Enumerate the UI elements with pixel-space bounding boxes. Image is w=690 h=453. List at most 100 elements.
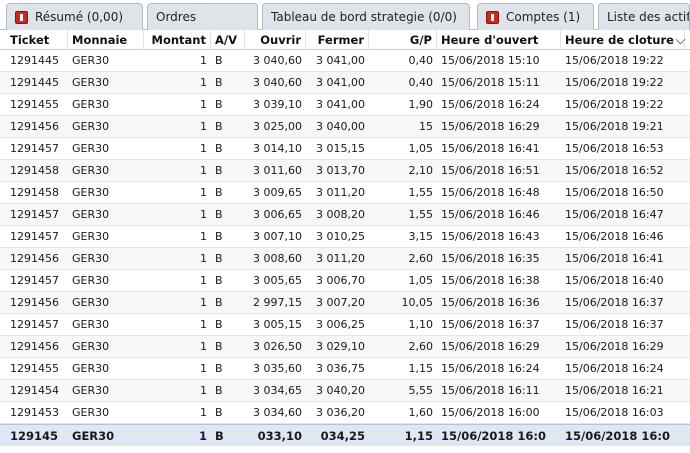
cell-ticket: 129145: [10, 429, 59, 443]
cell-ticket: 1291457: [10, 142, 59, 155]
cell-heure-ouvert: 15/06/2018 16:24: [441, 362, 540, 375]
cell-monnaie: GER30: [72, 98, 110, 111]
cell-montant: 1: [200, 340, 207, 353]
cell-ouvrir: 033,10: [257, 429, 302, 443]
cell-ticket: 1291456: [10, 296, 59, 309]
table-row[interactable]: 1291457 GER30 1 B 3 006,65 3 008,20 1,55 15/06/…: [0, 204, 690, 226]
cell-ouvrir: 3 025,00: [253, 120, 302, 133]
table-row[interactable]: 1291445 GER30 1 B 3 040,60 3 041,00 0,40 15/06/…: [0, 50, 690, 72]
table-row[interactable]: 1291445 GER30 1 B 3 040,60 3 041,00 0,40 15/06/…: [0, 72, 690, 94]
cell-heure-cloture: 15/06/2018 16:37: [565, 318, 664, 331]
cell-heure-cloture: 15/06/2018 16:29: [565, 340, 664, 353]
cell-gp: 1,05: [408, 142, 434, 155]
cell-gp: 15: [419, 120, 433, 133]
cell-monnaie: GER30: [72, 318, 110, 331]
cell-ticket: 1291456: [10, 120, 59, 133]
cell-ticket: 1291457: [10, 208, 59, 221]
table-row[interactable]: 1291457 GER30 1 B 3 007,10 3 010,25 3,15 15/06/…: [0, 226, 690, 248]
cell-ticket: 1291455: [10, 362, 59, 375]
cell-fermer: 3 010,25: [316, 230, 365, 243]
table-row[interactable]: 129145 GER30 1 B 033,10 034,25 1,15 15/06/2018 …: [0, 424, 690, 446]
cell-fermer: 3 013,70: [316, 164, 365, 177]
cell-av: B: [215, 362, 223, 375]
cell-montant: 1: [200, 362, 207, 375]
table-row[interactable]: 1291458 GER30 1 B 3 011,60 3 013,70 2,10 15/06/…: [0, 160, 690, 182]
column-header-ouvrir[interactable]: Ouvrir: [245, 30, 306, 50]
column-header-fermer[interactable]: Fermer: [306, 30, 369, 50]
cell-monnaie: GER30: [72, 274, 110, 287]
cell-ouvrir: 3 005,15: [253, 318, 302, 331]
cell-monnaie: GER30: [72, 164, 110, 177]
table-row[interactable]: 1291457 GER30 1 B 3 005,65 3 006,70 1,05 15/06/…: [0, 270, 690, 292]
cell-ticket: 1291456: [10, 340, 59, 353]
cell-heure-ouvert: 15/06/2018 16:00: [441, 406, 540, 419]
cell-fermer: 3 036,75: [316, 362, 365, 375]
column-header-montant[interactable]: Montant: [144, 30, 211, 50]
cell-monnaie: GER30: [72, 120, 110, 133]
table-row[interactable]: 1291458 GER30 1 B 3 009,65 3 011,20 1,55 15/06/…: [0, 182, 690, 204]
cell-gp: 0,40: [408, 76, 434, 89]
column-header-av[interactable]: A/V: [211, 30, 245, 50]
cell-gp: 10,05: [401, 296, 434, 309]
cell-heure-ouvert: 15/06/2018 16:46: [441, 208, 540, 221]
table-row[interactable]: 1291456 GER30 1 B 3 008,60 3 011,20 2,60 15/06/…: [0, 248, 690, 270]
cell-heure-ouvert: 15/06/2018 16:38: [441, 274, 540, 287]
cell-fermer: 3 007,20: [316, 296, 365, 309]
cell-av: B: [215, 429, 224, 443]
cell-ticket: 1291457: [10, 274, 59, 287]
cell-gp: 1,15: [408, 362, 434, 375]
cell-heure-ouvert: 15/06/2018 15:10: [441, 54, 540, 67]
table-row[interactable]: 1291455 GER30 1 B 3 035,60 3 036,75 1,15 15/06/…: [0, 358, 690, 380]
cell-heure-ouvert: 15/06/2018 16:43: [441, 230, 540, 243]
cell-heure-ouvert: 15/06/2018 16:51: [441, 164, 540, 177]
cell-heure-ouvert: 15/06/2018 16:36: [441, 296, 540, 309]
table-row[interactable]: 1291453 GER30 1 B 3 034,60 3 036,20 1,60 15/06/…: [0, 402, 690, 424]
cell-montant: 1: [200, 274, 207, 287]
cell-heure-cloture: 15/06/2018 16:50: [565, 186, 664, 199]
column-header-heure-cloture[interactable]: Heure de cloture: [561, 30, 685, 50]
column-header-heure-ouvert[interactable]: Heure d'ouvert: [437, 30, 561, 50]
cell-heure-cloture: 15/06/2018 16:24: [565, 362, 664, 375]
cell-fermer: 3 029,10: [316, 340, 365, 353]
tab-label: Liste des actifs: [607, 10, 690, 24]
tab-bar: Résumé (0,00) Ordres Tableau de bord str…: [0, 0, 690, 30]
tab-comptes[interactable]: Comptes (1): [477, 3, 594, 30]
cell-fermer: 3 041,00: [316, 98, 365, 111]
column-header-monnaie[interactable]: Monnaie: [68, 30, 144, 50]
cell-heure-ouvert: 15/06/2018 16:37: [441, 318, 540, 331]
table-row[interactable]: 1291455 GER30 1 B 3 039,10 3 041,00 1,90 15/06/…: [0, 94, 690, 116]
cell-ouvrir: 3 008,60: [253, 252, 302, 265]
cell-ticket: 1291454: [10, 384, 59, 397]
cell-heure-ouvert: 15/06/2018 16:35: [441, 252, 540, 265]
column-header-ticket[interactable]: Ticket: [6, 30, 68, 50]
cell-monnaie: GER30: [72, 54, 110, 67]
table-row[interactable]: 1291457 GER30 1 B 3 005,15 3 006,25 1,10 15/06/…: [0, 314, 690, 336]
cell-monnaie: GER30: [72, 186, 110, 199]
tab-liste-des-actifs[interactable]: Liste des actifs: [598, 3, 690, 30]
tab-tableau-de-bord[interactable]: Tableau de bord strategie (0/0): [262, 3, 470, 30]
cell-ouvrir: 3 014,10: [253, 142, 302, 155]
close-icon[interactable]: [15, 10, 28, 24]
column-header-gp[interactable]: G/P: [369, 30, 437, 50]
cell-gp: 2,10: [408, 164, 434, 177]
table-row[interactable]: 1291456 GER30 1 B 2 997,15 3 007,20 10,05 15/06…: [0, 292, 690, 314]
table-row[interactable]: 1291456 GER30 1 B 3 025,00 3 040,00 15 15/06/20…: [0, 116, 690, 138]
table-row[interactable]: 1291456 GER30 1 B 3 026,50 3 029,10 2,60 15/06/…: [0, 336, 690, 358]
cell-heure-cloture: 15/06/2018 16:41: [565, 252, 664, 265]
cell-ticket: 1291445: [10, 54, 59, 67]
cell-gp: 0,40: [408, 54, 434, 67]
table-row[interactable]: 1291457 GER30 1 B 3 014,10 3 015,15 1,05 15/06/…: [0, 138, 690, 160]
cell-av: B: [215, 340, 223, 353]
cell-fermer: 3 006,25: [316, 318, 365, 331]
cell-ticket: 1291453: [10, 406, 59, 419]
cell-monnaie: GER30: [72, 208, 110, 221]
table-row[interactable]: 1291454 GER30 1 B 3 034,65 3 040,20 5,55 15/06/…: [0, 380, 690, 402]
tab-ordres[interactable]: Ordres: [147, 3, 258, 30]
cell-montant: 1: [200, 230, 207, 243]
close-icon[interactable]: [486, 10, 499, 24]
cell-gp: 2,60: [408, 252, 434, 265]
cell-monnaie: GER30: [72, 76, 110, 89]
cell-ouvrir: 3 009,65: [253, 186, 302, 199]
cell-gp: 2,60: [408, 340, 434, 353]
tab-resume[interactable]: Résumé (0,00): [6, 3, 143, 30]
